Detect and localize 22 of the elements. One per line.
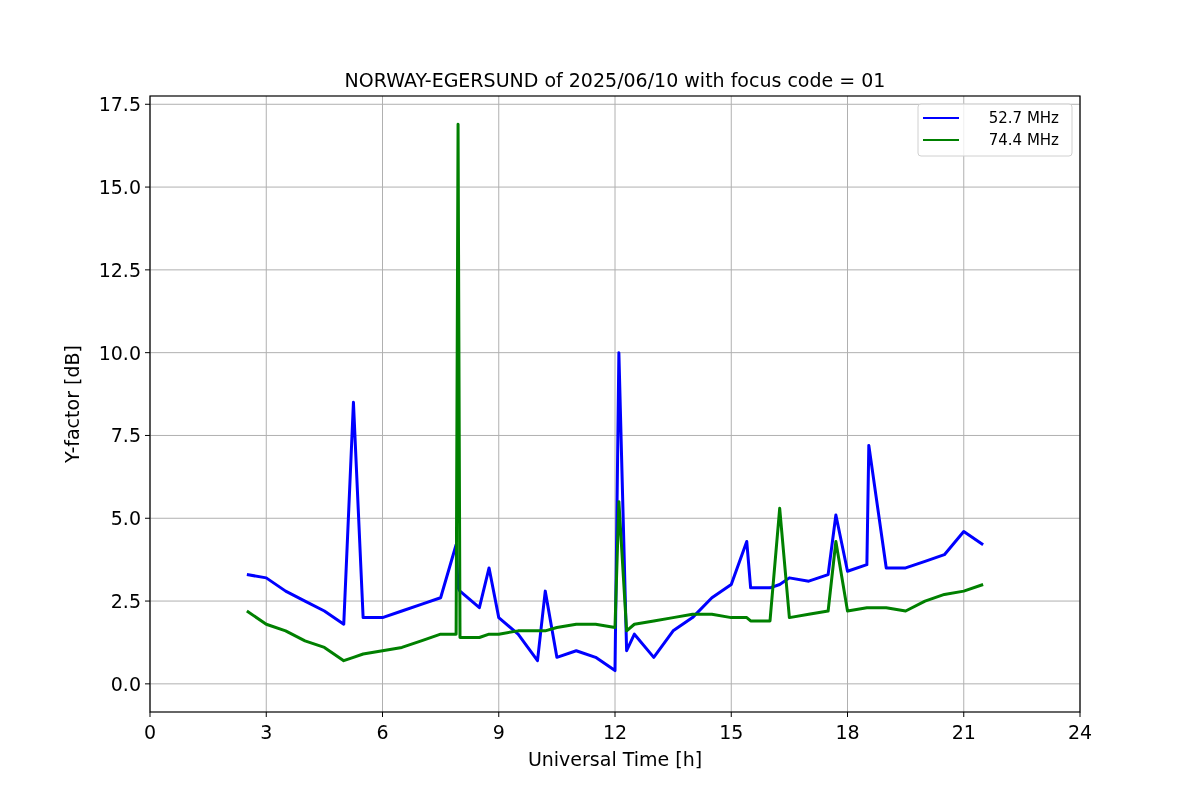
y-axis-label: Y-factor [dB] [61,345,83,463]
x-tick-label: 21 [951,721,976,743]
legend-label: 52.7 MHz [988,109,1059,127]
x-tick-label: 3 [260,721,273,743]
chart-title: NORWAY-EGERSUND of 2025/06/10 with focus code = 01 [344,69,886,91]
x-tick-label: 18 [835,721,860,743]
x-tick-label: 0 [143,721,157,743]
x-tick-label: 15 [719,721,744,743]
x-tick-label: 9 [492,721,505,743]
y-tick-label: 10.0 [98,341,141,364]
x-tick-label: 6 [376,721,389,743]
y-tick-label: 17.5 [98,93,141,116]
y-tick-label: 0.0 [110,672,141,695]
y-tick-label: 7.5 [110,424,141,447]
y-tick-label: 12.5 [98,258,141,281]
x-axis-label: Universal Time [h] [527,748,703,770]
x-tick-label: 24 [1067,721,1093,743]
legend-label: 74.4 MHz [988,131,1059,149]
x-tick-label: 12 [602,721,628,743]
y-tick-label: 15.0 [98,176,141,199]
y-tick-label: 5.0 [110,507,141,530]
y-tick-label: 2.5 [110,590,141,613]
